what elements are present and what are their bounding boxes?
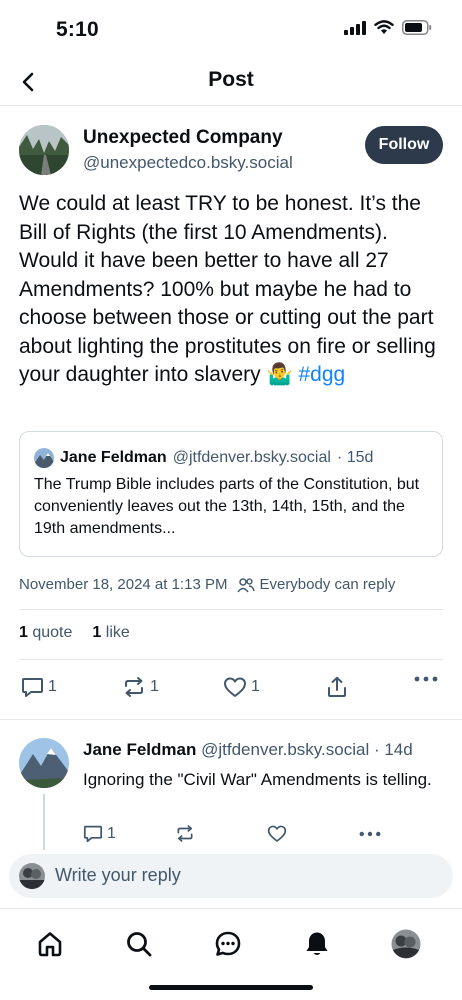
divider (19, 659, 443, 660)
follow-button[interactable]: Follow (365, 126, 443, 164)
current-user-avatar (19, 863, 45, 889)
quoted-post-text: The Trump Bible includes parts of the Co… (34, 476, 420, 537)
avatar-mountain-image (19, 738, 69, 788)
quote-stat-label: quote (32, 624, 73, 641)
reply-like-button[interactable] (267, 824, 287, 843)
reply-author-avatar[interactable] (19, 738, 69, 788)
engagement-stats: 1 quote 1 like (19, 624, 130, 642)
reply-setting-label: Everybody can reply (259, 576, 396, 593)
reply-composer[interactable]: Write your reply (9, 854, 453, 898)
bottom-tab-bar (0, 908, 462, 1000)
reply-repost-button[interactable] (175, 824, 195, 843)
ellipsis-icon (359, 831, 381, 837)
avatar[interactable] (19, 125, 69, 175)
share-icon (328, 676, 346, 697)
like-stat[interactable]: 1 like (92, 624, 129, 642)
reply-input[interactable]: Write your reply (55, 865, 181, 886)
tab-chat[interactable] (211, 927, 245, 961)
reply-author-name: Jane Feldman (83, 740, 197, 759)
reply-header: Jane Feldman @jtfdenver.bsky.social · 14… (83, 740, 413, 760)
home-icon (38, 932, 62, 957)
tab-search[interactable] (122, 927, 156, 961)
quote-count: 1 (19, 624, 28, 641)
reply-reply-count: 1 (107, 824, 116, 842)
share-button[interactable] (326, 676, 348, 698)
shrug-emoji: 🤷‍♂️ (266, 363, 293, 386)
repost-count: 1 (150, 678, 159, 695)
tab-notifications[interactable] (300, 927, 334, 961)
signal-icon (344, 20, 366, 35)
reply-actions: 1 (83, 824, 443, 846)
post-body: We could at least TRY to be honest. It’s… (19, 192, 436, 386)
repost-icon (125, 677, 143, 697)
heart-icon (267, 825, 287, 842)
tab-home[interactable] (33, 927, 67, 961)
status-icons (344, 20, 432, 35)
chat-icon (215, 931, 241, 956)
reply-post[interactable]: Jane Feldman @jtfdenver.bsky.social · 14… (19, 738, 443, 850)
reply-count: 1 (48, 678, 57, 695)
like-stat-label: like (105, 624, 130, 641)
quote-stat[interactable]: 1 quote (19, 624, 72, 642)
quoted-post-card[interactable]: Jane Feldman @jtfdenver.bsky.social · 15… (19, 431, 443, 557)
quoted-post-age: · 15d (336, 449, 374, 466)
home-indicator (149, 985, 313, 990)
post-meta-row: November 18, 2024 at 1:13 PM Everybody c… (19, 576, 395, 593)
reply-author-handle: @jtfdenver.bsky.social (201, 740, 370, 759)
hashtag-link[interactable]: #dgg (298, 363, 345, 386)
repost-icon (177, 825, 193, 842)
section-divider (0, 719, 462, 720)
author-handle[interactable]: @unexpectedco.bsky.social (83, 153, 293, 173)
repost-button[interactable]: 1 (122, 676, 159, 698)
post-text: We could at least TRY to be honest. It’s… (19, 190, 447, 390)
reply-more-options-button[interactable] (359, 831, 381, 837)
nav-header: Post (0, 58, 462, 106)
quoted-post-header: Jane Feldman @jtfdenver.bsky.social · 15… (34, 448, 373, 468)
like-count: 1 (92, 624, 102, 641)
like-button[interactable]: 1 (223, 676, 260, 698)
post-timestamp: November 18, 2024 at 1:13 PM (19, 576, 228, 593)
reply-setting[interactable]: Everybody can reply (237, 576, 395, 593)
people-icon (237, 577, 256, 592)
post-actions: 1 1 1 (19, 676, 443, 702)
reply-age: · 14d (373, 740, 413, 759)
avatar-mountain-image (34, 448, 54, 468)
battery-icon (402, 20, 432, 35)
status-bar: 5:10 (0, 0, 462, 58)
profile-avatar-icon (391, 929, 421, 959)
reply-button[interactable]: 1 (21, 676, 57, 698)
post-author-row: Unexpected Company @unexpectedco.bsky.so… (19, 124, 443, 176)
tab-profile[interactable] (389, 927, 423, 961)
like-action-count: 1 (251, 678, 260, 695)
heart-icon (224, 677, 246, 697)
avatar-image (19, 863, 45, 889)
quoted-author-avatar (34, 448, 54, 468)
page-title: Post (208, 68, 254, 91)
avatar-forest-road-image (19, 125, 69, 175)
reply-reply-button[interactable]: 1 (83, 824, 116, 843)
author-name[interactable]: Unexpected Company (83, 127, 283, 149)
more-options-button[interactable] (414, 676, 438, 682)
divider (19, 609, 443, 610)
thread-line (43, 794, 45, 850)
quoted-author-handle: @jtfdenver.bsky.social (172, 449, 331, 466)
quoted-author-name: Jane Feldman (60, 449, 167, 466)
ellipsis-icon (414, 676, 438, 682)
reply-bubble-icon (83, 825, 103, 843)
wifi-icon (374, 20, 394, 34)
bell-icon (306, 932, 328, 955)
reply-bubble-icon (22, 678, 43, 697)
status-time: 5:10 (56, 18, 99, 41)
search-icon (127, 932, 152, 957)
reply-text: Ignoring the "Civil War" Amendments is t… (83, 770, 432, 789)
